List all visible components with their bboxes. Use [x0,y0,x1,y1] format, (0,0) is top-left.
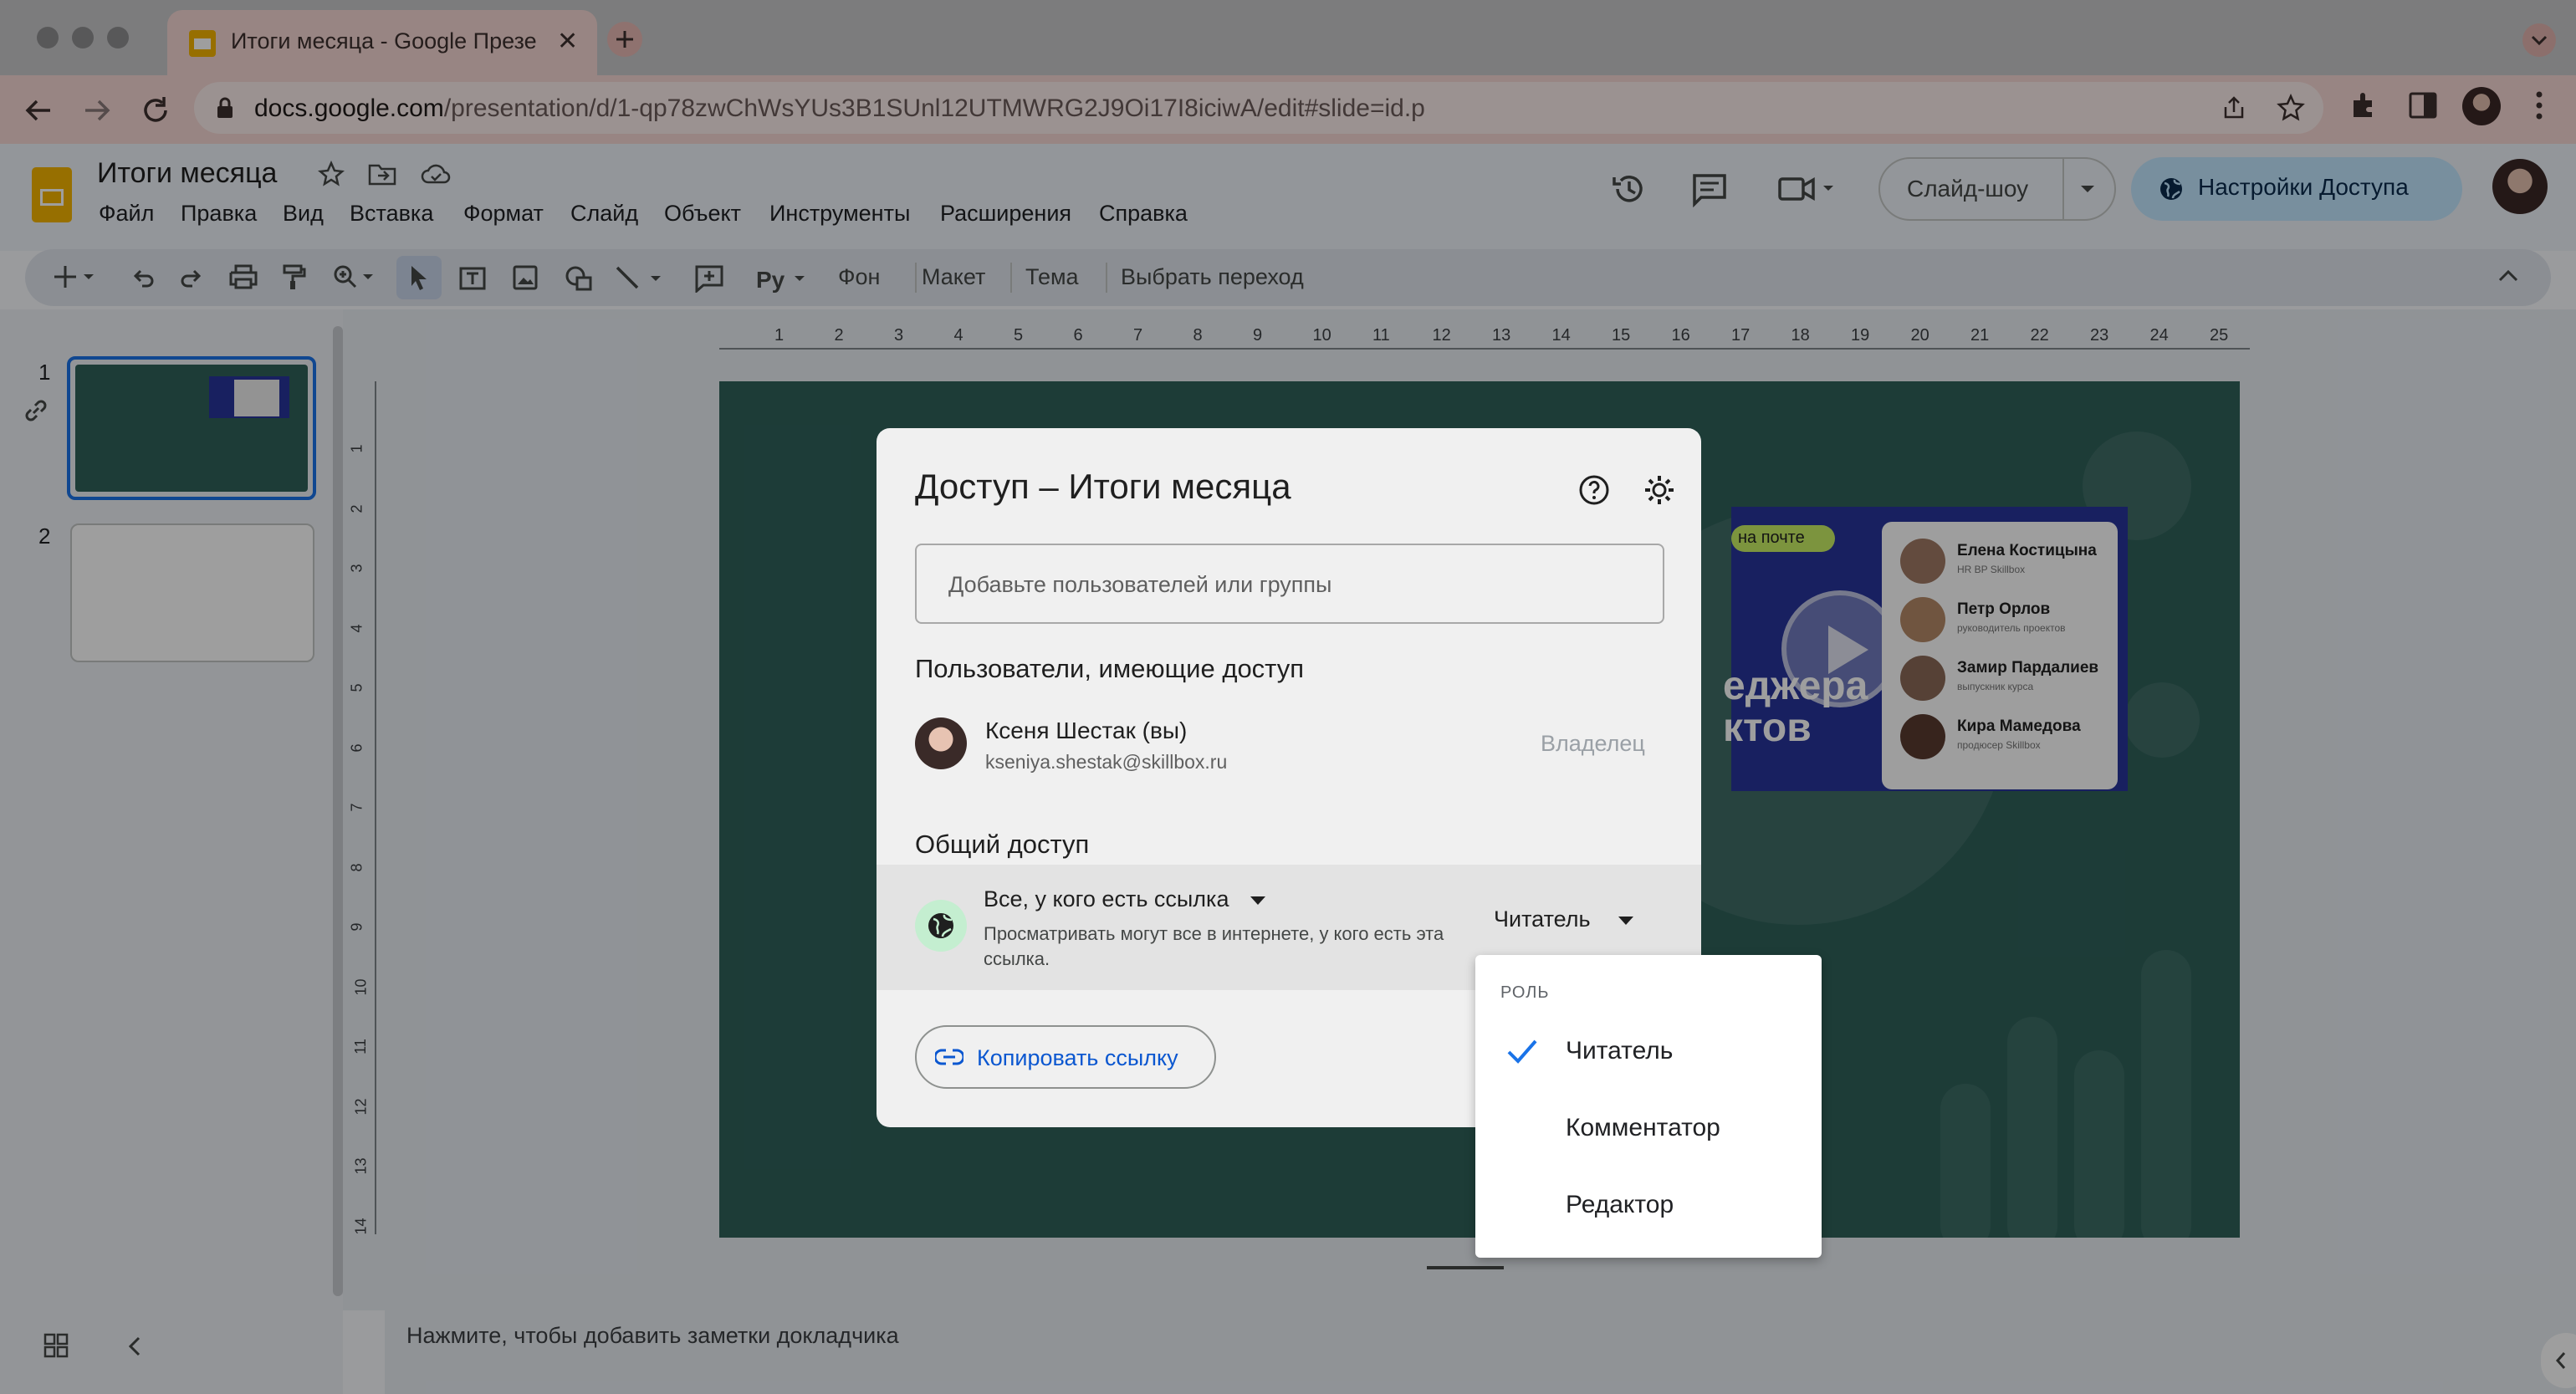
check-icon [1507,1039,1537,1064]
user-role-owner: Владелец [1541,731,1645,756]
help-icon[interactable] [1577,473,1611,507]
add-people-placeholder: Добавьте пользователей или группы [948,572,1332,597]
dialog-title: Доступ – Итоги месяца [915,467,1291,506]
role-dropdown-button[interactable]: Читатель [1494,906,1635,932]
role-dropdown-label: Читатель [1494,906,1591,932]
user-avatar [915,717,967,769]
link-icon [935,1049,963,1065]
caret-down-icon [1618,916,1634,925]
add-people-input[interactable]: Добавьте пользователей или группы [915,544,1664,624]
role-option-label: Комментатор [1566,1114,1720,1141]
general-access-heading: Общий доступ [915,830,1090,859]
link-access-dropdown[interactable]: Все, у кого есть ссылка [984,886,1267,912]
globe-icon [915,900,967,952]
user-name: Ксеня Шестак (вы) [985,717,1188,743]
link-access-description: Просматривать могут все в интернете, у к… [984,923,1444,969]
copy-link-label: Копировать ссылку [977,1045,1178,1070]
people-with-access-heading: Пользователи, имеющие доступ [915,654,1305,683]
role-option-editor[interactable]: Редактор [1475,1169,1822,1241]
settings-gear-icon[interactable] [1643,473,1676,507]
role-option-commenter[interactable]: Комментатор [1475,1092,1822,1164]
role-menu-heading: РОЛЬ [1500,983,1550,1002]
role-option-label: Редактор [1566,1191,1674,1218]
link-access-label: Все, у кого есть ссылка [984,886,1229,911]
caret-down-icon [1250,896,1265,905]
user-email: kseniya.shestak@skillbox.ru [985,751,1228,773]
copy-link-button[interactable]: Копировать ссылку [915,1025,1216,1089]
role-menu: РОЛЬ Читатель Комментатор Редактор [1475,955,1822,1258]
role-option-viewer[interactable]: Читатель [1475,1015,1822,1087]
role-option-label: Читатель [1566,1037,1674,1065]
